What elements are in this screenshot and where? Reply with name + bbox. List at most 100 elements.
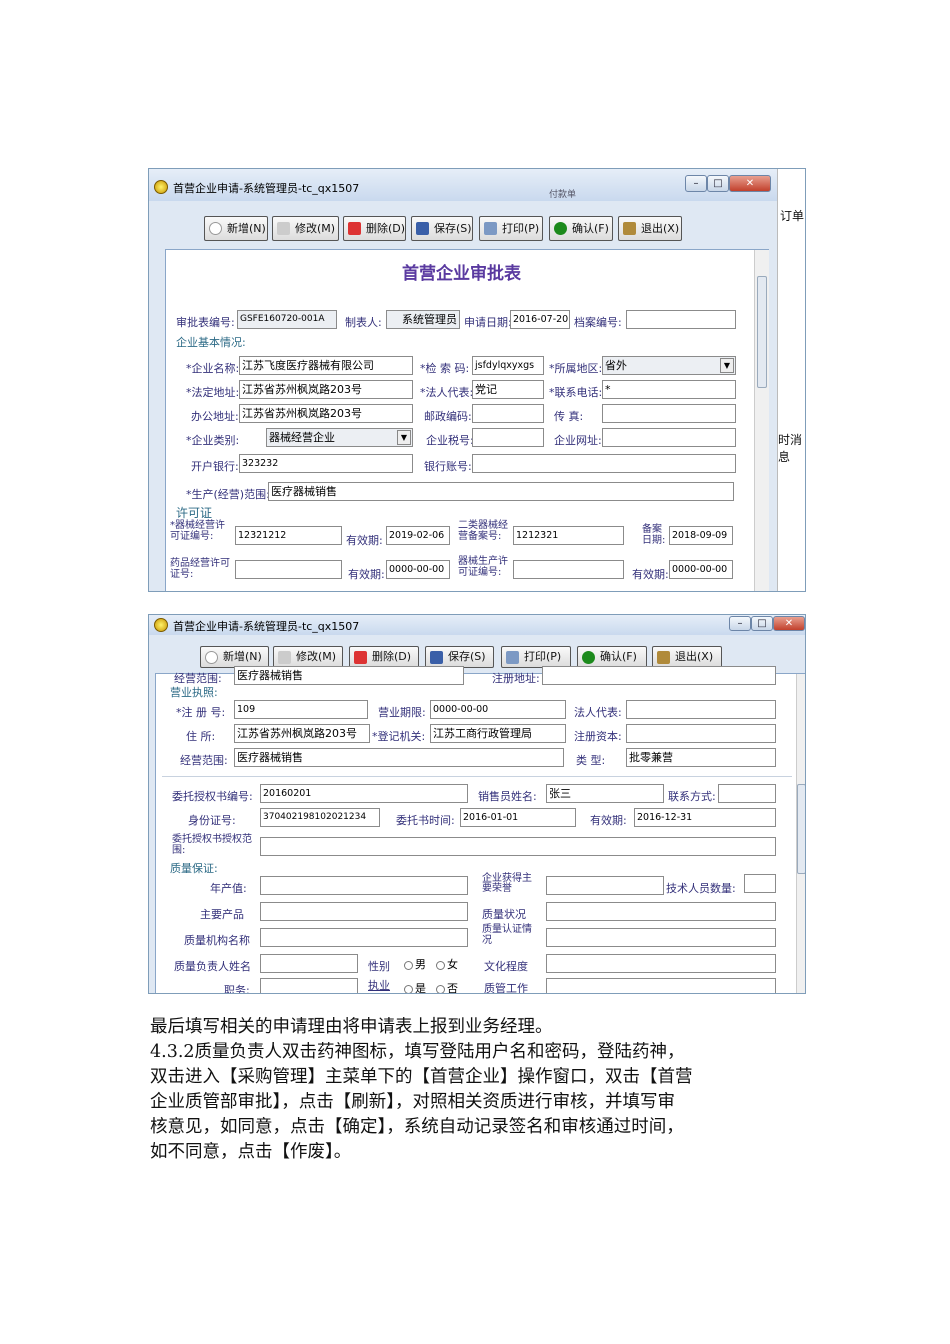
postcode-field[interactable] <box>472 404 544 423</box>
website-label: 企业网址: <box>554 434 602 447</box>
tech-count-field[interactable] <box>744 874 776 893</box>
print-button[interactable]: 打印(P) <box>501 646 571 668</box>
account-field[interactable] <box>472 454 736 473</box>
paragraph-line-1: 最后填写相关的申请理由将申请表上报到业务经理。 <box>150 1017 553 1037</box>
tax-field[interactable] <box>472 428 544 447</box>
dev-prod-field[interactable] <box>513 560 624 579</box>
auth-no-field[interactable]: 20160201 <box>260 784 468 803</box>
gender-male-radio[interactable]: 男 <box>404 956 426 972</box>
office-addr-field[interactable]: 江苏省苏州枫岚路203号 <box>239 404 413 423</box>
fax-field[interactable] <box>602 404 736 423</box>
approval-no-label: 审批表编号: <box>176 316 235 329</box>
authority-field[interactable]: 江苏工商行政管理局 <box>430 724 566 743</box>
cert-label: 执业 <box>368 979 390 992</box>
biz-scope-field[interactable]: 医疗器械销售 <box>234 748 564 767</box>
q-work-field[interactable] <box>546 978 776 993</box>
edu-field[interactable] <box>546 954 776 973</box>
q-org-field[interactable] <box>260 928 468 947</box>
exit-button[interactable]: 退出(X) <box>618 216 682 241</box>
biz-scope-label: 经营范围: <box>180 754 228 767</box>
cert-no-radio[interactable]: 否 <box>436 980 458 993</box>
delete-button[interactable]: 删除(D) <box>349 646 419 668</box>
company-type-select[interactable]: 器械经营企业 ▼ <box>266 428 413 447</box>
scope-field[interactable]: 医疗器械销售 <box>268 482 734 501</box>
save-button[interactable]: 保存(S) <box>425 646 494 668</box>
archive-no-field[interactable] <box>626 310 736 329</box>
period-field[interactable]: 0000-00-00 <box>430 700 566 719</box>
gender-label: 性别 <box>368 960 390 973</box>
valid-field[interactable]: 2016-12-31 <box>634 808 776 827</box>
honors-field[interactable] <box>546 876 664 895</box>
confirm-button[interactable]: 确认(F) <box>577 646 647 668</box>
scrollbar-thumb[interactable] <box>797 784 805 874</box>
contact-field[interactable] <box>718 784 776 803</box>
save-button[interactable]: 保存(S) <box>411 216 473 241</box>
kind-field[interactable]: 批零兼营 <box>626 748 776 767</box>
maker-field[interactable]: 系统管理员 <box>386 310 460 329</box>
maximize-button[interactable]: □ <box>751 616 773 631</box>
bank-label: 开户银行: <box>191 460 239 473</box>
print-icon <box>506 651 519 664</box>
minimize-button[interactable]: – <box>685 175 707 192</box>
output-field[interactable] <box>260 876 468 895</box>
apply-date-field[interactable]: 2016-07-20 <box>510 310 570 329</box>
form-scrollbar[interactable] <box>754 250 769 591</box>
auth-scope-field[interactable] <box>260 837 776 856</box>
duty-field[interactable] <box>260 978 358 993</box>
edit-button[interactable]: 修改(M) <box>273 646 343 668</box>
new-button[interactable]: 新增(N) <box>200 646 269 668</box>
legal-rep-field[interactable]: 党记 <box>472 380 544 399</box>
auth-no-label: 委托授权书编号: <box>172 790 253 803</box>
radio-icon <box>404 984 413 993</box>
print-button[interactable]: 打印(P) <box>479 216 543 241</box>
addr-field[interactable]: 江苏省苏州枫岚路203号 <box>234 724 370 743</box>
valid3-field[interactable]: 0000-00-00 <box>669 560 733 579</box>
valid1-field[interactable]: 2019-02-06 <box>386 526 450 545</box>
scrollbar-thumb[interactable] <box>757 276 767 388</box>
company-name-label: *企业名称: <box>186 362 240 375</box>
reg-addr-top-field[interactable] <box>542 666 776 685</box>
close-button[interactable]: ✕ <box>773 616 805 631</box>
confirm-button[interactable]: 确认(F) <box>549 216 613 241</box>
capital-field[interactable] <box>626 724 776 743</box>
search-code-field[interactable]: jsfdylqxyxgs <box>472 356 544 375</box>
screenshot-application-window-2: 首营企业申请-系统管理员-tc_qx1507 – □ ✕ 新增(N) 修改(M)… <box>148 614 806 994</box>
edu-label: 文化程度 <box>484 960 528 973</box>
q-status-field[interactable] <box>546 902 776 921</box>
valid2-field[interactable]: 0000-00-00 <box>386 560 450 579</box>
class2-field[interactable]: 1212321 <box>513 526 624 545</box>
close-button[interactable]: ✕ <box>729 175 771 192</box>
website-field[interactable] <box>602 428 736 447</box>
legal-addr-field[interactable]: 江苏省苏州枫岚路203号 <box>239 380 413 399</box>
valid2-label: 有效期: <box>348 568 385 581</box>
id-field[interactable]: 370402198102021234 <box>260 808 380 827</box>
delete-button[interactable]: 删除(D) <box>343 216 406 241</box>
legal-field[interactable] <box>626 700 776 719</box>
approval-form-lower: 经营范围: 医疗器械销售 注册地址: 营业执照: *注 册 号: 109 营业期… <box>155 666 805 993</box>
maximize-button[interactable]: □ <box>707 175 729 192</box>
record-date-field[interactable]: 2018-09-09 <box>669 526 733 545</box>
new-button[interactable]: 新增(N) <box>204 216 268 241</box>
form-scrollbar[interactable] <box>796 674 805 993</box>
gender-female-radio[interactable]: 女 <box>436 956 458 972</box>
company-type-label: *企业类别: <box>186 434 240 447</box>
auth-time-field[interactable]: 2016-01-01 <box>460 808 576 827</box>
edit-button[interactable]: 修改(M) <box>272 216 339 241</box>
q-cert-field[interactable] <box>546 928 776 947</box>
radio-icon <box>436 960 445 970</box>
company-name-field[interactable]: 江苏飞度医疗器械有限公司 <box>239 356 413 375</box>
reg-no-field[interactable]: 109 <box>234 700 368 719</box>
seller-field[interactable]: 张三 <box>546 784 664 803</box>
minimize-button[interactable]: – <box>729 616 751 631</box>
region-select[interactable]: 省外 ▼ <box>602 356 736 375</box>
q-person-field[interactable] <box>260 954 358 973</box>
scope-top-field[interactable]: 医疗器械销售 <box>234 666 464 685</box>
approval-no-field[interactable]: GSFE160720-001A <box>237 310 337 329</box>
bank-field[interactable]: 323232 <box>239 454 413 473</box>
cert-yes-radio[interactable]: 是 <box>404 980 426 993</box>
exit-button[interactable]: 退出(X) <box>652 646 722 668</box>
drug-license-field[interactable] <box>235 560 342 579</box>
product-field[interactable] <box>260 902 468 921</box>
phone-field[interactable]: * <box>602 380 736 399</box>
dev-license-field[interactable]: 12321212 <box>235 526 342 545</box>
